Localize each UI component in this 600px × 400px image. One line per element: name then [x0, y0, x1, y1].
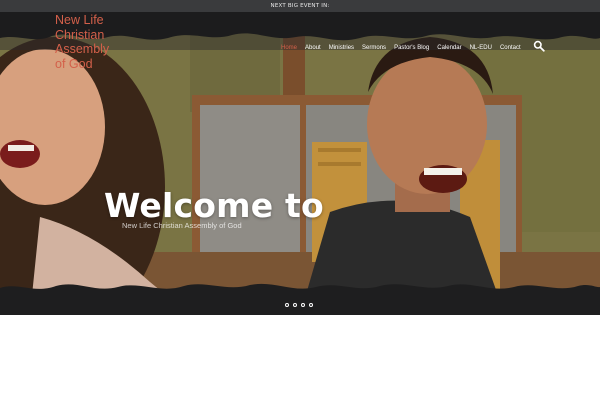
nav-item-contact[interactable]: Contact [500, 45, 521, 51]
logo-line: New Life [55, 13, 104, 27]
top-announcement-bar: NEXT BIG EVENT IN: [0, 0, 600, 12]
hero-subtitle: New Life Christian Assembly of God [122, 221, 242, 230]
slider-dot[interactable] [293, 303, 297, 307]
nav-item-home[interactable]: Home [281, 45, 297, 51]
nav-item-sermons[interactable]: Sermons [362, 45, 386, 51]
slider-dot[interactable] [301, 303, 305, 307]
main-nav: Home About Ministries Sermons Pastor's B… [281, 43, 529, 53]
logo-line: of God [55, 56, 93, 71]
hero-title: Welcome to [104, 186, 324, 225]
nav-item-nl-edu[interactable]: NL-EDU [470, 45, 492, 51]
hero-slider: New Life Christian Assembly of God Home … [0, 12, 600, 315]
logo-line: Assembly [55, 42, 110, 56]
search-icon[interactable] [533, 40, 545, 52]
slider-dot[interactable] [309, 303, 313, 307]
nav-item-pastors-blog[interactable]: Pastor's Blog [394, 45, 429, 51]
site-logo[interactable]: New Life Christian Assembly of God [55, 13, 135, 71]
nav-item-calendar[interactable]: Calendar [437, 45, 461, 51]
slider-dot[interactable] [285, 303, 289, 307]
next-event-label: NEXT BIG EVENT IN: [270, 3, 330, 9]
slider-pagination [285, 303, 317, 307]
nav-item-ministries[interactable]: Ministries [329, 45, 354, 51]
logo-line: Christian [55, 27, 105, 42]
nav-item-about[interactable]: About [305, 45, 321, 51]
